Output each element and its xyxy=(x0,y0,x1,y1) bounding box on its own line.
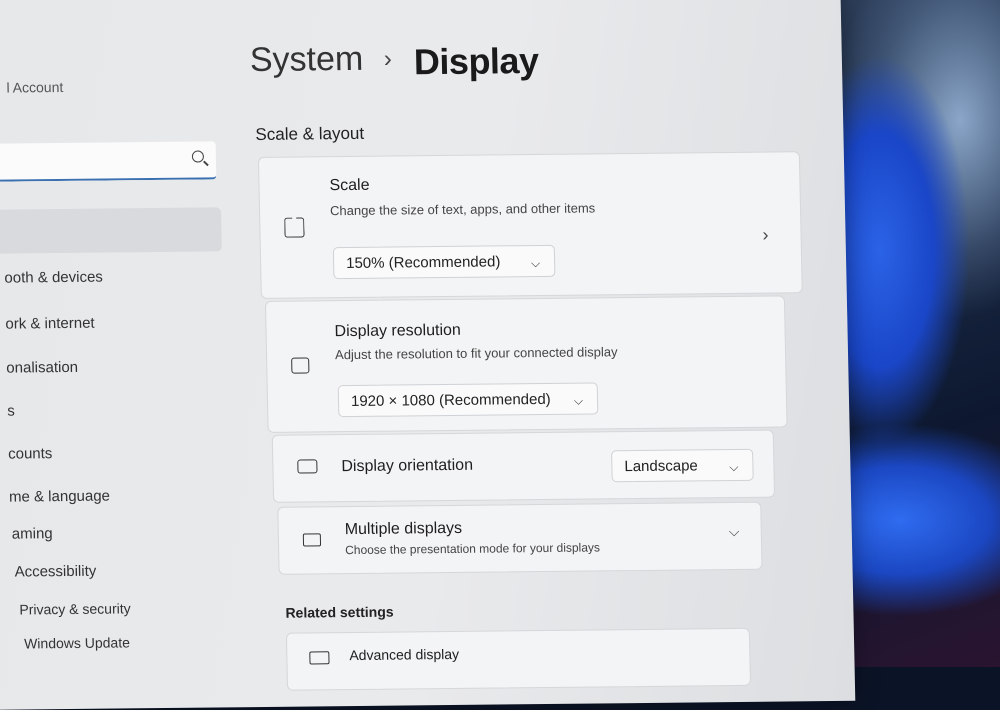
scale-dropdown-value: 150% (Recommended) xyxy=(345,253,501,273)
sidebar-item-system[interactable] xyxy=(0,207,222,254)
breadcrumb-system[interactable]: System xyxy=(249,40,363,80)
orientation-dropdown-value: Landscape xyxy=(624,457,698,476)
sidebar-item-apps[interactable]: s xyxy=(7,403,15,420)
section-title-related-settings: Related settings xyxy=(285,603,394,621)
orientation-icon xyxy=(297,459,318,474)
multiple-displays-card[interactable]: Multiple displays Choose the presentatio… xyxy=(277,501,763,575)
scale-icon xyxy=(284,217,304,237)
chevron-right-icon: › xyxy=(762,224,769,245)
breadcrumb-separator: › xyxy=(383,45,393,73)
orientation-card: Display orientation Landscape ⌵ xyxy=(271,429,776,503)
settings-window: ✕ l Account ooth & devices ork & interne… xyxy=(0,0,856,710)
search-icon xyxy=(191,150,205,163)
account-label: l Account xyxy=(6,78,64,96)
sidebar-item-accounts[interactable]: counts xyxy=(8,445,53,462)
chevron-down-icon: ⌵ xyxy=(530,255,541,271)
close-button[interactable]: ✕ xyxy=(770,0,789,8)
scale-card[interactable]: Scale Change the size of text, apps, and… xyxy=(257,151,803,299)
scale-description: Change the size of text, apps, and other… xyxy=(329,200,596,219)
orientation-dropdown[interactable]: Landscape ⌵ xyxy=(611,448,754,483)
sidebar-item-gaming[interactable]: aming xyxy=(12,525,53,542)
multiple-displays-icon xyxy=(302,533,322,547)
sidebar-item-time-language[interactable]: me & language xyxy=(9,488,110,506)
resolution-description: Adjust the resolution to fit your connec… xyxy=(334,344,618,363)
scale-title: Scale xyxy=(329,176,370,195)
resolution-icon xyxy=(291,357,310,374)
close-icon: ✕ xyxy=(770,0,789,7)
chevron-down-icon: ⌵ xyxy=(729,459,739,475)
resolution-dropdown[interactable]: 1920 × 1080 (Recommended) ⌵ xyxy=(337,382,599,418)
page-title: Display xyxy=(413,39,539,83)
orientation-title: Display orientation xyxy=(341,456,474,476)
multiple-displays-description: Choose the presentation mode for your di… xyxy=(345,540,601,558)
sidebar-item-windows-update[interactable]: Windows Update xyxy=(24,634,130,651)
advanced-display-icon xyxy=(309,651,330,665)
sidebar-item-accessibility[interactable]: Accessibility xyxy=(14,563,96,581)
section-title-scale-layout: Scale & layout xyxy=(255,123,365,144)
chevron-down-icon: ⌵ xyxy=(573,393,584,408)
advanced-display-card[interactable]: Advanced display xyxy=(285,627,751,691)
search-input[interactable] xyxy=(0,141,217,182)
multiple-displays-title: Multiple displays xyxy=(344,519,463,539)
resolution-card: Display resolution Adjust the resolution… xyxy=(264,295,788,433)
advanced-display-title: Advanced display xyxy=(349,645,460,664)
scale-dropdown[interactable]: 150% (Recommended) ⌵ xyxy=(332,244,556,280)
sidebar-item-bluetooth[interactable]: ooth & devices xyxy=(4,269,103,287)
sidebar-item-network[interactable]: ork & internet xyxy=(5,315,95,333)
resolution-dropdown-value: 1920 × 1080 (Recommended) xyxy=(350,390,551,410)
sidebar-item-personalisation[interactable]: onalisation xyxy=(6,359,78,377)
sidebar-item-privacy-security[interactable]: Privacy & security xyxy=(19,600,131,617)
resolution-title: Display resolution xyxy=(334,321,462,341)
chevron-down-icon: ⌵ xyxy=(728,522,740,540)
